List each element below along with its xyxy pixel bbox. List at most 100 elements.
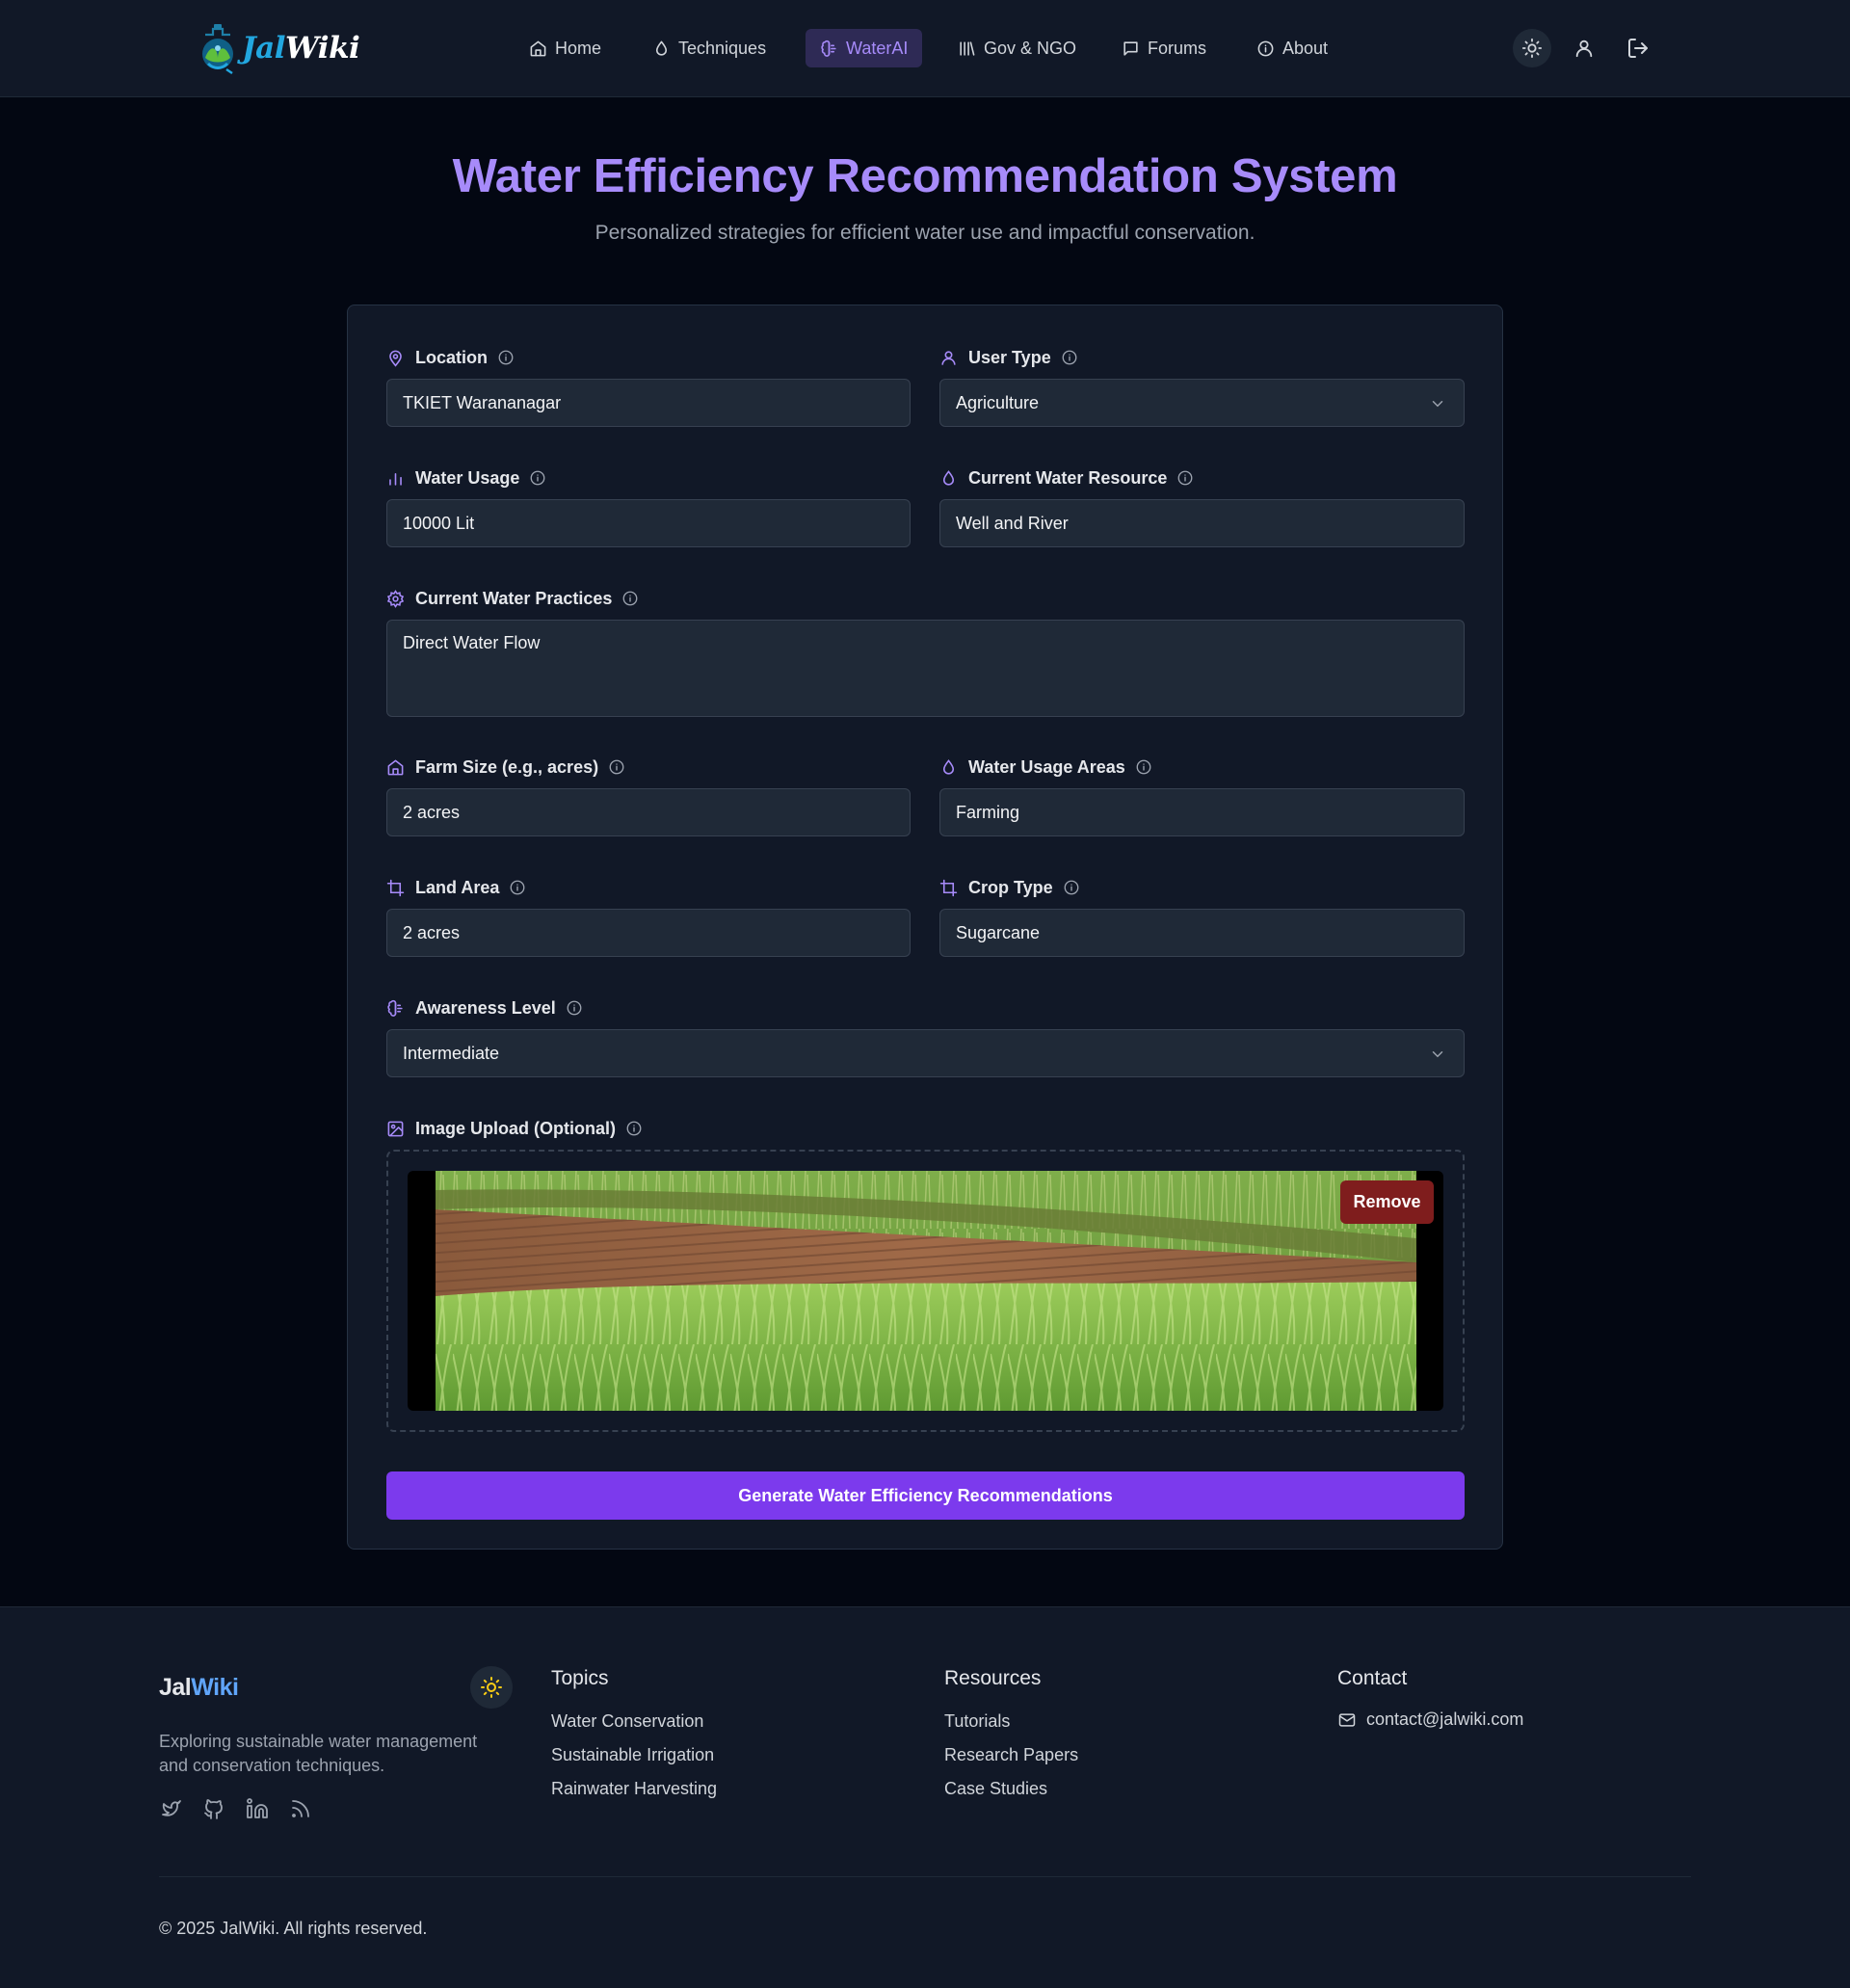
droplet-icon (942, 758, 955, 775)
nav-item-gov-ngo[interactable]: Gov & NGO (958, 29, 1076, 67)
chat-icon (1123, 40, 1138, 56)
user-icon (1575, 40, 1593, 58)
water-practices-label: Current Water Practices (386, 587, 639, 610)
crop-icon (386, 879, 405, 896)
footer-link[interactable]: Tutorials (944, 1710, 1078, 1743)
land-area-label: Land Area (386, 876, 526, 899)
brain-icon (387, 999, 403, 1017)
sun-icon (1521, 38, 1543, 59)
farm-size-label: Farm Size (e.g., acres) (386, 755, 625, 779)
theme-toggle-button[interactable] (1513, 29, 1551, 67)
logout-icon (1628, 39, 1648, 58)
remove-image-button[interactable]: Remove (1340, 1180, 1434, 1224)
info-icon (1257, 40, 1274, 56)
info-icon[interactable] (625, 1120, 643, 1137)
info-icon[interactable] (1061, 349, 1078, 366)
site-footer: JalWiki Exploring sustainable water mana… (0, 1606, 1850, 1988)
info-icon[interactable] (1135, 758, 1152, 776)
location-label: Location (386, 346, 515, 369)
info-icon[interactable] (608, 758, 625, 776)
library-icon (960, 40, 975, 56)
github-icon[interactable] (202, 1797, 225, 1820)
info-icon[interactable] (497, 349, 515, 366)
footer-description: Exploring sustainable water management a… (159, 1732, 478, 1775)
generate-recommendations-button[interactable]: Generate Water Efficiency Recommendation… (386, 1471, 1465, 1520)
logout-button[interactable] (1625, 35, 1651, 62)
top-navbar: JalWiki Home Techniques WaterAI Gov & NG… (0, 0, 1850, 97)
contact-email-link[interactable]: contact@jalwiki.com (1337, 1710, 1523, 1730)
logo-icon (202, 24, 233, 75)
crop-type-label: Crop Type (939, 876, 1080, 899)
contact-heading: Contact (1337, 1667, 1408, 1689)
gear-icon (386, 589, 405, 608)
footer-link[interactable]: Water Conservation (551, 1710, 717, 1743)
home-icon (530, 40, 546, 56)
footer-link[interactable]: Research Papers (944, 1743, 1078, 1777)
crop-icon (939, 879, 958, 896)
footer-brand: JalWiki (159, 1674, 239, 1701)
usage-areas-input[interactable]: Farming (939, 788, 1465, 836)
footer-contact: Contact contact@jalwiki.com (1337, 1667, 1523, 1730)
water-resource-label: Current Water Resource (939, 466, 1194, 490)
image-icon (387, 1121, 404, 1136)
footer-theme-toggle[interactable] (470, 1666, 513, 1709)
rss-icon[interactable] (289, 1797, 312, 1820)
image-upload-label: Image Upload (Optional) (386, 1117, 643, 1140)
info-icon[interactable] (621, 590, 639, 607)
copyright-text: © 2025 JalWiki. All rights reserved. (159, 1919, 428, 1938)
info-icon[interactable] (566, 999, 583, 1017)
droplet-icon (942, 469, 955, 486)
home-icon (387, 759, 404, 775)
recommendation-form: Location TKIET Warananagar User Type Agr… (347, 305, 1503, 1550)
user-type-label: User Type (939, 346, 1078, 369)
page-subtitle: Personalized strategies for efficient wa… (595, 222, 1255, 244)
profile-button[interactable] (1572, 35, 1596, 62)
nav-item-techniques[interactable]: Techniques (652, 29, 766, 67)
chevron-down-icon (1432, 1051, 1443, 1058)
info-icon[interactable] (529, 469, 546, 487)
footer-resources: Resources Tutorials Research Papers Case… (944, 1667, 1078, 1811)
footer-topics: Topics Water Conservation Sustainable Ir… (551, 1667, 717, 1811)
sun-icon (481, 1677, 502, 1698)
brain-icon (821, 40, 836, 57)
nav-item-forums[interactable]: Forums (1122, 29, 1206, 67)
usage-areas-label: Water Usage Areas (939, 755, 1152, 779)
nav-item-waterai[interactable]: WaterAI (806, 29, 923, 67)
footer-link[interactable]: Case Studies (944, 1777, 1078, 1811)
droplet-icon (655, 40, 668, 56)
footer-divider (159, 1876, 1691, 1877)
footer-link[interactable]: Sustainable Irrigation (551, 1743, 717, 1777)
sugarcane-field-photo (436, 1171, 1416, 1411)
location-input[interactable]: TKIET Warananagar (386, 379, 911, 427)
water-usage-input[interactable]: 10000 Lit (386, 499, 911, 547)
bar-chart-icon (389, 472, 402, 486)
info-icon[interactable] (1063, 879, 1080, 896)
crop-type-input[interactable]: Sugarcane (939, 909, 1465, 957)
user-type-select[interactable]: Agriculture (939, 379, 1465, 427)
social-links (159, 1797, 312, 1820)
logo-text: JalWiki (242, 31, 360, 66)
nav-item-home[interactable]: Home (529, 29, 601, 67)
page-title: Water Efficiency Recommendation System (452, 150, 1398, 202)
farm-size-input[interactable]: 2 acres (386, 788, 911, 836)
awareness-select[interactable]: Intermediate (386, 1029, 1465, 1077)
footer-link[interactable]: Rainwater Harvesting (551, 1777, 717, 1811)
topics-heading: Topics (551, 1667, 609, 1689)
image-dropzone[interactable]: Remove (386, 1150, 1465, 1432)
site-logo[interactable]: JalWiki (198, 21, 360, 75)
map-pin-icon (389, 350, 402, 367)
mail-icon (1338, 1712, 1356, 1727)
water-resource-input[interactable]: Well and River (939, 499, 1465, 547)
linkedin-icon[interactable] (246, 1797, 269, 1820)
info-icon[interactable] (509, 879, 526, 896)
chevron-down-icon (1432, 401, 1443, 408)
twitter-icon[interactable] (159, 1797, 182, 1820)
land-area-input[interactable]: 2 acres (386, 909, 911, 957)
image-preview: Remove (408, 1171, 1443, 1411)
water-practices-textarea[interactable]: Direct Water Flow (386, 620, 1465, 717)
info-icon[interactable] (1176, 469, 1194, 487)
nav-item-about[interactable]: About (1256, 29, 1328, 67)
awareness-label: Awareness Level (386, 996, 583, 1020)
user-icon (941, 350, 956, 365)
water-usage-label: Water Usage (386, 466, 546, 490)
